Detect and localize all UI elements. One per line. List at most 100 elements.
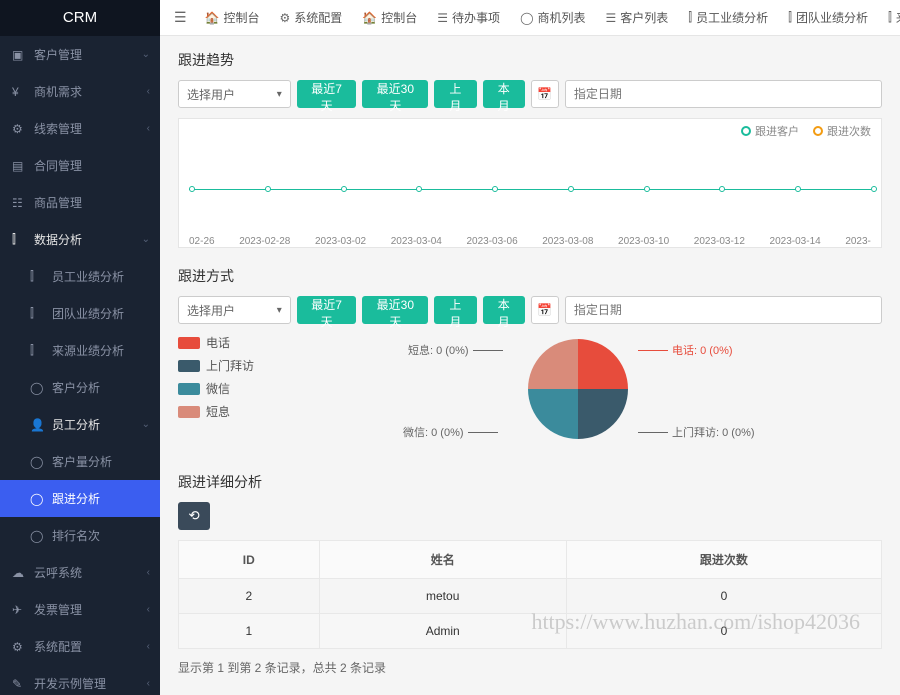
nav-icon: ▤ [12, 159, 26, 173]
table-cell: metou [319, 579, 566, 614]
sidebar-item[interactable]: ¥商机需求‹ [0, 73, 160, 110]
leader-line-icon [468, 432, 498, 433]
legend-label: 上门拜访 [206, 357, 254, 374]
pie-legend-item[interactable]: 微信 [178, 380, 254, 397]
nav-icon: ◯ [30, 492, 44, 506]
pie-legend-item[interactable]: 电话 [178, 334, 254, 351]
sidebar-item[interactable]: ✎开发示例管理‹ [0, 665, 160, 695]
method-btn-7d[interactable]: 最近7天 [297, 296, 357, 324]
nav-icon: ⫿ [30, 306, 44, 321]
nav-icon: ⫿ [30, 269, 44, 284]
x-tick: 02-26 [189, 236, 215, 247]
trend-btn-thismonth[interactable]: 本月 [483, 80, 525, 108]
sidebar-item[interactable]: ◯客户分析 [0, 369, 160, 406]
legend-ring-icon [741, 126, 751, 136]
sidebar-item[interactable]: ⚙系统配置‹ [0, 628, 160, 665]
topbar-tab[interactable]: ⫿来源业绩 [880, 9, 900, 26]
chart-point [644, 186, 650, 192]
sidebar-item[interactable]: ⫿数据分析⌄ [0, 221, 160, 258]
trend-btn-7d[interactable]: 最近7天 [297, 80, 357, 108]
tab-icon: ⫿ [688, 10, 692, 25]
method-btn-lastmonth[interactable]: 上月 [434, 296, 476, 324]
legend-item-count[interactable]: 跟进次数 [813, 123, 871, 139]
sidebar-item[interactable]: ◯ 排行名次 [0, 517, 160, 554]
sidebar-item[interactable]: ▣客户管理⌄ [0, 36, 160, 73]
nav-icon: ⚙ [12, 640, 26, 654]
topbar-tab[interactable]: ⚙系统配置 [272, 9, 351, 26]
nav-label: 合同管理 [34, 157, 82, 174]
tab-icon: ◯ [520, 11, 533, 25]
trend-btn-lastmonth[interactable]: 上月 [434, 80, 476, 108]
x-tick: 2023- [845, 236, 871, 247]
sidebar-item[interactable]: ▤ 合同管理 [0, 147, 160, 184]
pie-chart [528, 339, 628, 439]
sidebar-item[interactable]: ◯跟进分析 [0, 480, 160, 517]
sidebar-item[interactable]: ⚙线索管理‹ [0, 110, 160, 147]
trend-calendar-button[interactable]: 📅 [531, 80, 559, 108]
chart-point [871, 186, 877, 192]
chart-point [568, 186, 574, 192]
sidebar-item[interactable]: 👤员工分析⌄ [0, 406, 160, 443]
nav-label: 客户量分析 [52, 453, 112, 470]
trend-btn-30d[interactable]: 最近30天 [362, 80, 428, 108]
tab-label: 商机列表 [538, 9, 586, 26]
sidebar-item[interactable]: ⫿来源业绩分析 [0, 332, 160, 369]
nav-label: 商品管理 [34, 194, 82, 211]
pie-legend-item[interactable]: 短息 [178, 403, 254, 420]
tab-label: 员工业绩分析 [696, 9, 768, 26]
trend-date-input[interactable] [565, 80, 882, 108]
tab-icon: ☰ [174, 9, 187, 25]
detail-table: ID姓名跟进次数 2metou01Admin0 [178, 540, 882, 649]
chart-line [189, 189, 871, 190]
table-header[interactable]: 跟进次数 [566, 541, 881, 579]
tab-icon: 🏠 [205, 11, 220, 25]
method-user-select[interactable]: 选择用户 ▾ [178, 296, 291, 324]
caret-down-icon: ▾ [277, 89, 282, 100]
nav-label: 客户管理 [34, 46, 82, 63]
topbar-tab[interactable]: ☰客户列表 [598, 9, 677, 26]
method-btn-thismonth[interactable]: 本月 [483, 296, 525, 324]
hamburger-icon[interactable]: ☰ [168, 9, 193, 26]
content-area: 跟进趋势 选择用户 ▾ 最近7天 最近30天 上月 本月 📅 跟进客户 跟进次数 [160, 36, 900, 695]
sidebar-item[interactable]: ☁云呼系统‹ [0, 554, 160, 591]
tab-icon: ⫿ [888, 10, 892, 25]
refresh-button[interactable]: ⟲ [178, 502, 210, 530]
method-calendar-button[interactable]: 📅 [531, 296, 559, 324]
table-header[interactable]: 姓名 [319, 541, 566, 579]
nav-icon: ☁ [12, 566, 26, 580]
topbar-tab[interactable]: 🏠控制台 [197, 9, 268, 26]
nav-label: 来源业绩分析 [52, 342, 124, 359]
chevron-icon: ‹ [147, 123, 150, 134]
nav-label: 排行名次 [52, 527, 100, 544]
legend-item-customers[interactable]: 跟进客户 [741, 123, 799, 139]
method-btn-30d[interactable]: 最近30天 [362, 296, 428, 324]
nav-label: 数据分析 [34, 231, 82, 248]
topbar-tab[interactable]: ◯ 商机列表 [512, 9, 593, 26]
trend-chart: 跟进客户 跟进次数 02-262023-02-282023-03-022023-… [178, 118, 882, 248]
sidebar-item[interactable]: ⫿团队业绩分析 [0, 295, 160, 332]
sidebar-item[interactable]: ✈发票管理‹ [0, 591, 160, 628]
chevron-icon: ‹ [147, 641, 150, 652]
leader-line-icon [638, 432, 668, 433]
sidebar-item[interactable]: ◯客户量分析 [0, 443, 160, 480]
x-tick: 2023-03-08 [542, 236, 593, 247]
topbar-tab[interactable]: ⫿团队业绩分析 [780, 9, 876, 26]
x-tick: 2023-02-28 [239, 236, 290, 247]
chart-point [492, 186, 498, 192]
nav-label: 开发示例管理 [34, 675, 106, 692]
topbar-tab[interactable]: ⫿ 员工业绩分析 [680, 9, 776, 26]
table-header[interactable]: ID [179, 541, 320, 579]
method-date-input[interactable] [565, 296, 882, 324]
pie-legend-item[interactable]: 上门拜访 [178, 357, 254, 374]
tab-icon: ⫿ [788, 10, 792, 25]
sidebar-item[interactable]: ☷商品管理 [0, 184, 160, 221]
nav-icon: ◯ [30, 529, 44, 543]
topbar-tab[interactable]: 🏠控制台 [354, 9, 425, 26]
table-row: 2metou0 [179, 579, 882, 614]
sidebar-item[interactable]: ⫿员工业绩分析 [0, 258, 160, 295]
line-chart-area [179, 149, 881, 229]
tab-icon: ☰ [606, 11, 617, 25]
topbar-tab[interactable]: ☰待办事项 [429, 9, 508, 26]
trend-user-select[interactable]: 选择用户 ▾ [178, 80, 291, 108]
legend-swatch-icon [178, 383, 200, 395]
